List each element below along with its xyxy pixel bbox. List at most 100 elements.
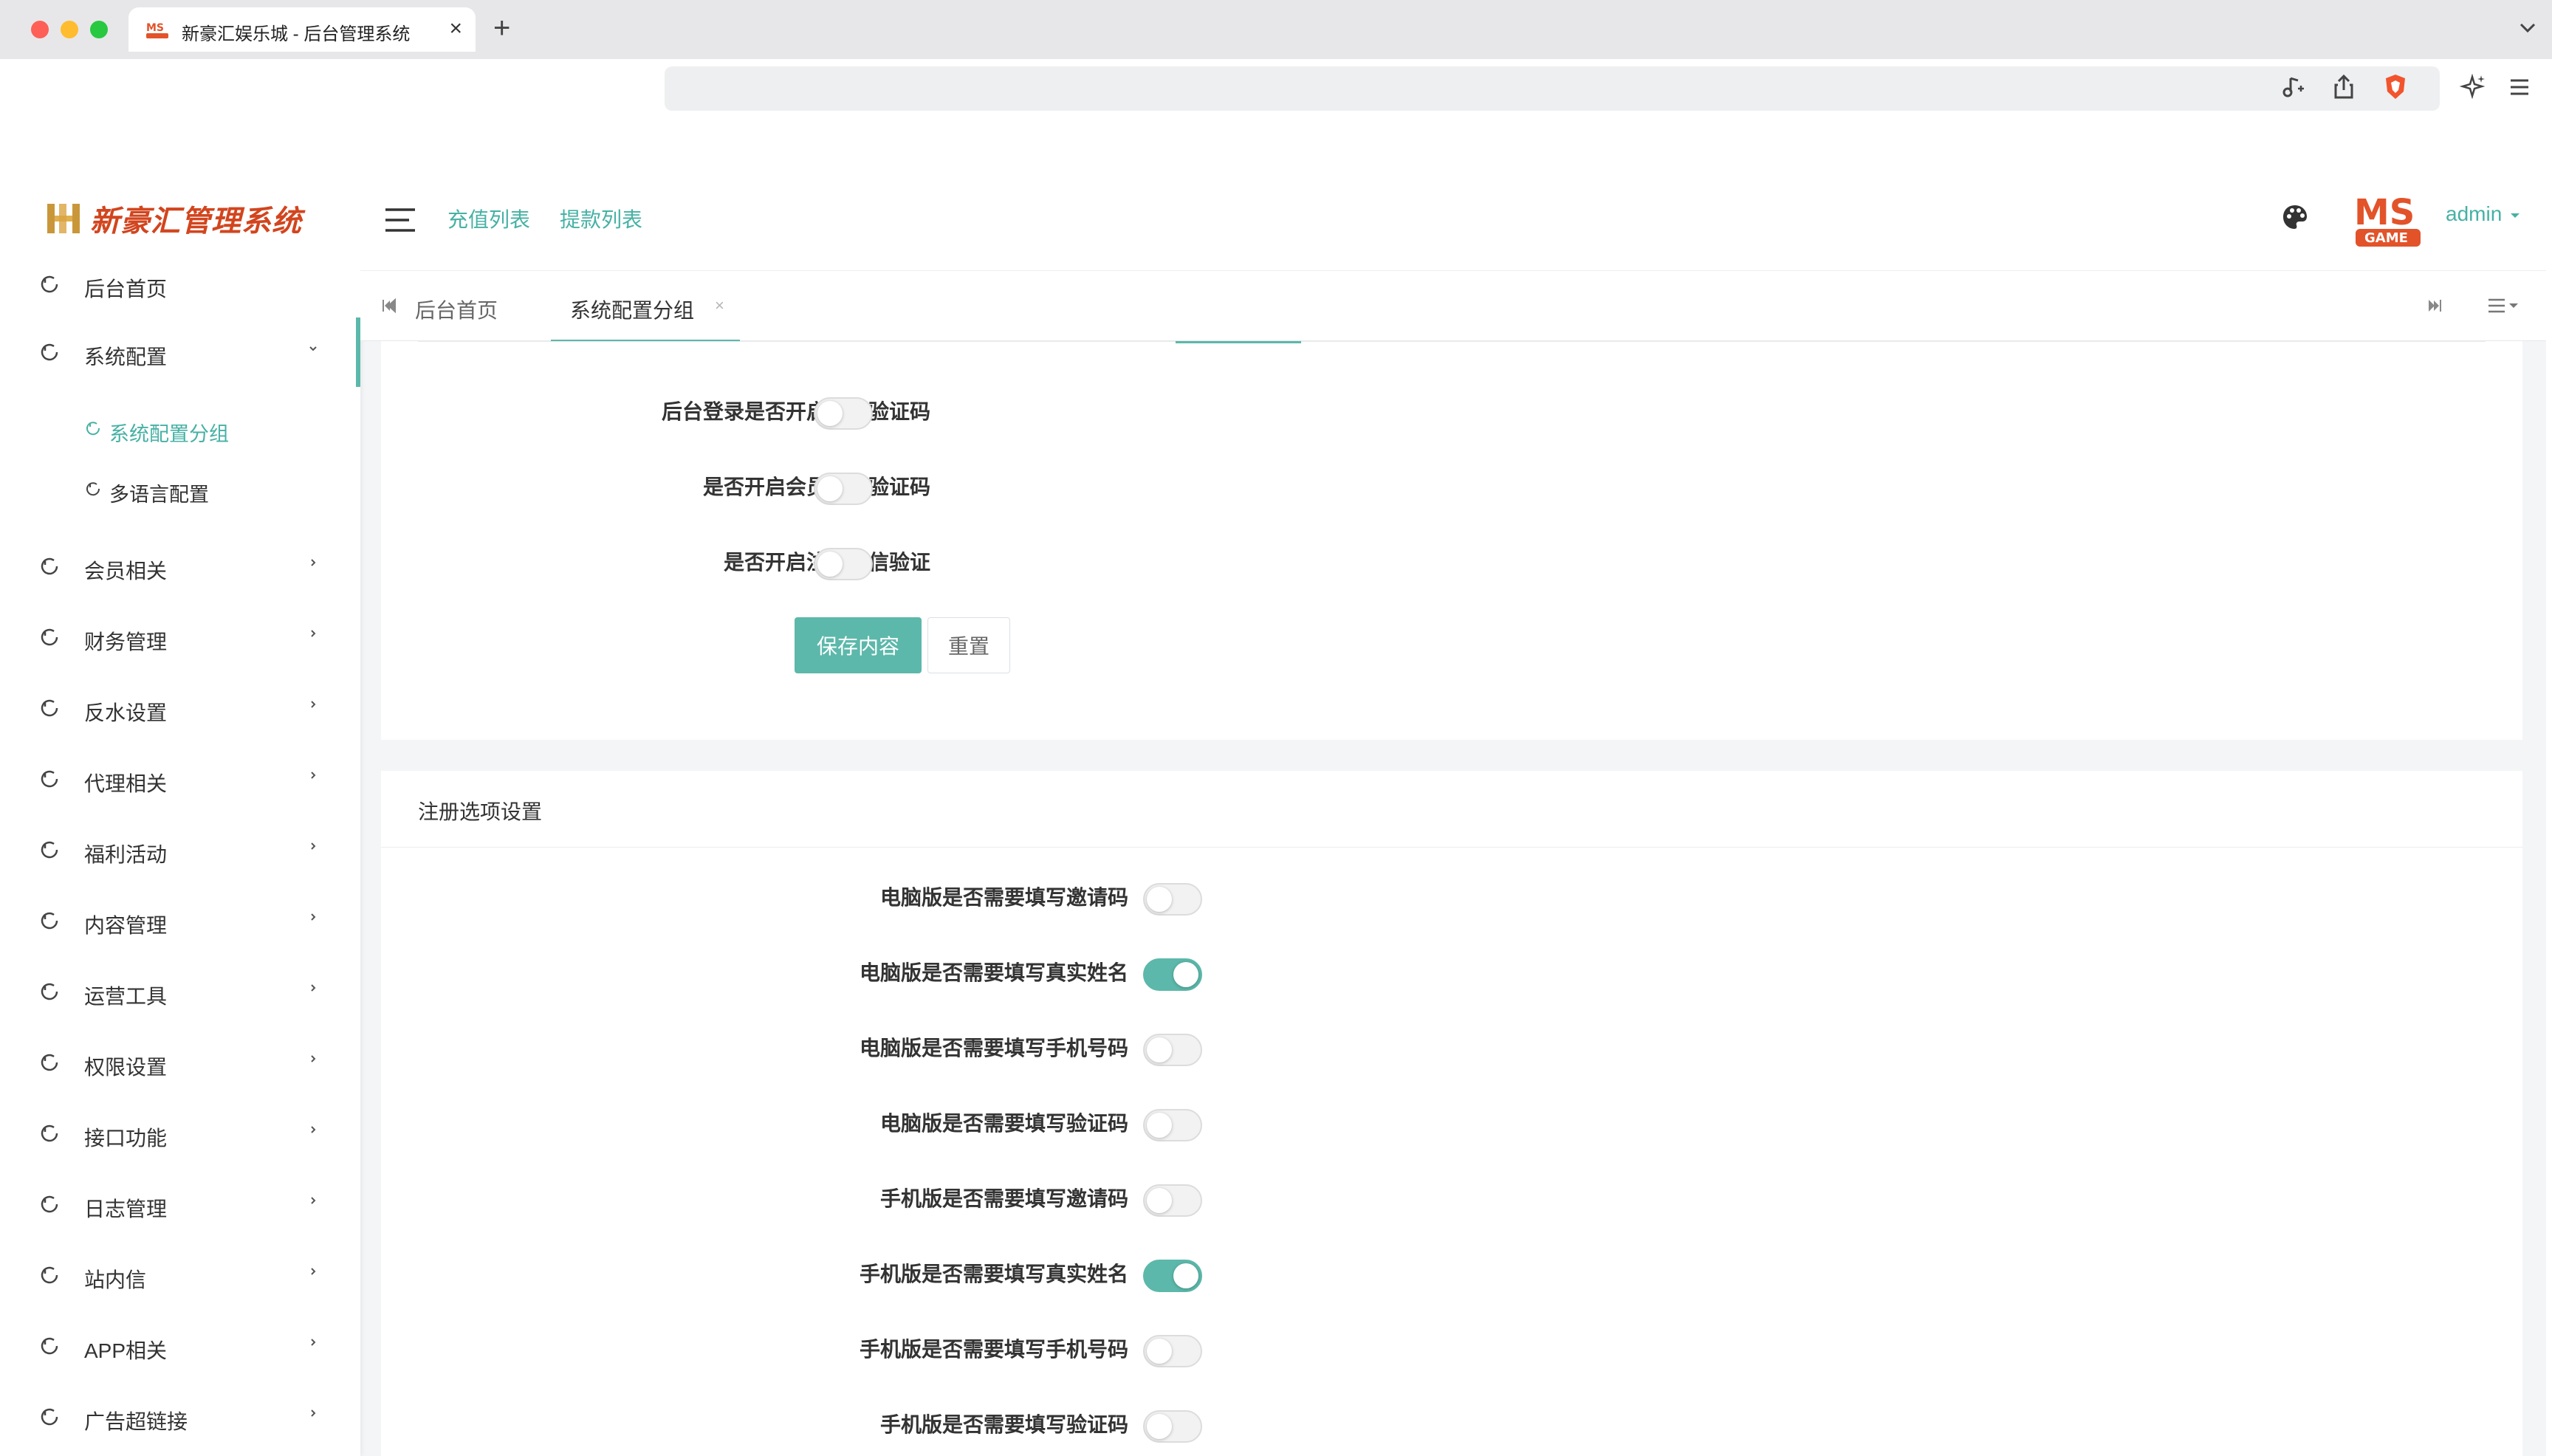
google-captcha-toggle[interactable] (814, 397, 873, 430)
sidebar-item-label: APP相关 (84, 1339, 168, 1362)
leo-ai-icon[interactable] (2459, 72, 2488, 102)
pc-phone-toggle[interactable] (1143, 1034, 1202, 1066)
chevron-right-icon (311, 559, 316, 566)
sidebar-item-logs[interactable]: 日志管理 (6, 1183, 360, 1227)
minimize-window-button[interactable] (61, 21, 78, 38)
address-bar[interactable] (665, 66, 2440, 111)
recharge-list-link[interactable]: 充值列表 (447, 204, 530, 233)
sidebar-item-rebate[interactable]: 反水设置 (6, 687, 360, 731)
sidebar-item-members[interactable]: 会员相关 (6, 545, 360, 589)
form-label: 手机版是否需要填写真实姓名 (859, 1263, 1128, 1285)
user-menu[interactable]: admin (2446, 202, 2502, 226)
mobile-phone-toggle[interactable] (1143, 1335, 1202, 1367)
media-icon[interactable] (2279, 72, 2308, 102)
sidebar-item-label: 权限设置 (84, 1056, 168, 1079)
svg-text:MS: MS (2354, 192, 2415, 233)
avatar[interactable]: MS GAME (2348, 188, 2429, 250)
browser-tab[interactable]: MS 新豪汇娱乐城 - 后台管理系统 × (128, 7, 476, 52)
sidebar-subitem-multilang-config[interactable]: 多语言配置 (6, 468, 360, 512)
toggle-knob (817, 552, 843, 577)
form-label: 手机版是否需要填写手机号码 (859, 1338, 1128, 1361)
pc-captcha-toggle[interactable] (1143, 1109, 1202, 1141)
maximize-window-button[interactable] (90, 21, 108, 38)
sidebar: 新豪汇管理系统 后台首页 系统配置 系统配置分组 多语言配置 会员相关 财务管理… (6, 167, 360, 1456)
menu-toggle-icon[interactable] (384, 207, 416, 233)
loading-circle-icon (41, 699, 58, 717)
sidebar-item-app[interactable]: APP相关 (6, 1325, 360, 1369)
save-button[interactable]: 保存内容 (795, 617, 922, 673)
browser-menu-icon[interactable] (2505, 72, 2534, 102)
sidebar-item-permissions[interactable]: 权限设置 (6, 1041, 360, 1085)
card-title: 注册选项设置 (418, 800, 543, 823)
pc-invite-code-toggle[interactable] (1143, 883, 1202, 916)
form-label: 后台登录是否开启谷歌验证码 (661, 400, 930, 423)
sidebar-subitem-label: 多语言配置 (109, 484, 209, 506)
sidebar-item-promotions[interactable]: 福利活动 (6, 828, 360, 873)
tab-close-icon[interactable]: × (715, 296, 724, 315)
sidebar-subitem-label: 系统配置分组 (109, 423, 229, 445)
scroll-tabs-left-icon[interactable] (380, 296, 399, 315)
loading-circle-icon (41, 1124, 58, 1142)
caret-down-icon[interactable] (2509, 211, 2521, 220)
address-bar-left[interactable] (198, 74, 665, 111)
toggle-knob (817, 401, 843, 426)
withdraw-list-link[interactable]: 提款列表 (560, 204, 642, 233)
palette-icon[interactable] (2280, 202, 2310, 232)
chevron-right-icon (311, 1197, 316, 1204)
mobile-captcha-toggle[interactable] (1143, 1410, 1202, 1443)
scroll-tabs-right-icon[interactable] (2425, 296, 2444, 315)
card-tab-divider (418, 341, 2486, 342)
loading-circle-icon (41, 912, 58, 930)
new-tab-button[interactable]: + (493, 10, 510, 46)
toggle-knob (1147, 1037, 1172, 1062)
chevron-right-icon (311, 1126, 316, 1133)
sidebar-item-content[interactable]: 内容管理 (6, 899, 360, 944)
sidebar-item-label: 会员相关 (84, 560, 168, 583)
tab-close-icon[interactable]: × (449, 16, 462, 41)
svg-text:MS: MS (146, 22, 164, 34)
tab-system-config-group[interactable]: 系统配置分组 (551, 271, 740, 342)
svg-text:GAME: GAME (2364, 230, 2408, 246)
sidebar-item-ad-links[interactable]: 广告超链接 (6, 1395, 360, 1440)
page-tabs-bar: 后台首页 系统配置分组 × (360, 270, 2546, 342)
form-row: 手机版是否需要填写验证码 (381, 1400, 2522, 1444)
loading-circle-icon (41, 1266, 58, 1284)
chevron-right-icon (311, 913, 316, 921)
toggle-knob (1147, 887, 1172, 912)
sidebar-item-label: 福利活动 (84, 843, 168, 866)
form-row: 电脑版是否需要填写邀请码 (381, 873, 2522, 917)
sidebar-subitem-system-config-group[interactable]: 系统配置分组 (6, 408, 360, 452)
sidebar-item-api[interactable]: 接口功能 (6, 1112, 360, 1156)
brave-shield-icon[interactable] (2381, 72, 2410, 102)
sidebar-item-agents[interactable]: 代理相关 (6, 758, 360, 802)
app-logo[interactable]: 新豪汇管理系统 (43, 196, 302, 241)
header-bar: 充值列表 提款列表 MS GAME admin (360, 167, 2546, 270)
admin-app: 新豪汇管理系统 后台首页 系统配置 系统配置分组 多语言配置 会员相关 财务管理… (6, 167, 2546, 1456)
member-login-captcha-toggle[interactable] (814, 473, 873, 505)
sidebar-item-messages[interactable]: 站内信 (6, 1254, 360, 1298)
loading-circle-icon (41, 1195, 58, 1213)
form-row: 手机版是否需要填写手机号码 (381, 1325, 2522, 1369)
chevron-right-icon (311, 701, 316, 708)
tabs-menu-icon[interactable] (2486, 293, 2524, 318)
card-tab-active-underline (1176, 341, 1301, 343)
tab-dashboard[interactable]: 后台首页 (415, 271, 498, 342)
register-sms-toggle[interactable] (814, 548, 873, 580)
form-row: 电脑版是否需要填写手机号码 (381, 1023, 2522, 1068)
tab-list-chevron-icon[interactable] (2517, 16, 2539, 38)
pc-real-name-toggle[interactable] (1143, 958, 1202, 991)
reset-button[interactable]: 重置 (927, 617, 1010, 673)
close-window-button[interactable] (31, 21, 49, 38)
sidebar-item-label: 系统配置 (84, 346, 168, 368)
ms-favicon-icon: MS (145, 19, 170, 40)
share-icon[interactable] (2329, 72, 2359, 102)
sidebar-item-finance[interactable]: 财务管理 (6, 616, 360, 660)
sidebar-item-dashboard[interactable]: 后台首页 (6, 263, 360, 307)
form-row: 手机版是否需要填写真实姓名 (381, 1249, 2522, 1294)
sidebar-item-system-config[interactable]: 系统配置 (6, 331, 360, 375)
mobile-real-name-toggle[interactable] (1143, 1260, 1202, 1292)
sidebar-item-operations[interactable]: 运营工具 (6, 970, 360, 1014)
mobile-invite-code-toggle[interactable] (1143, 1184, 1202, 1217)
sidebar-item-label: 运营工具 (84, 985, 168, 1008)
chevron-right-icon (311, 1055, 316, 1062)
